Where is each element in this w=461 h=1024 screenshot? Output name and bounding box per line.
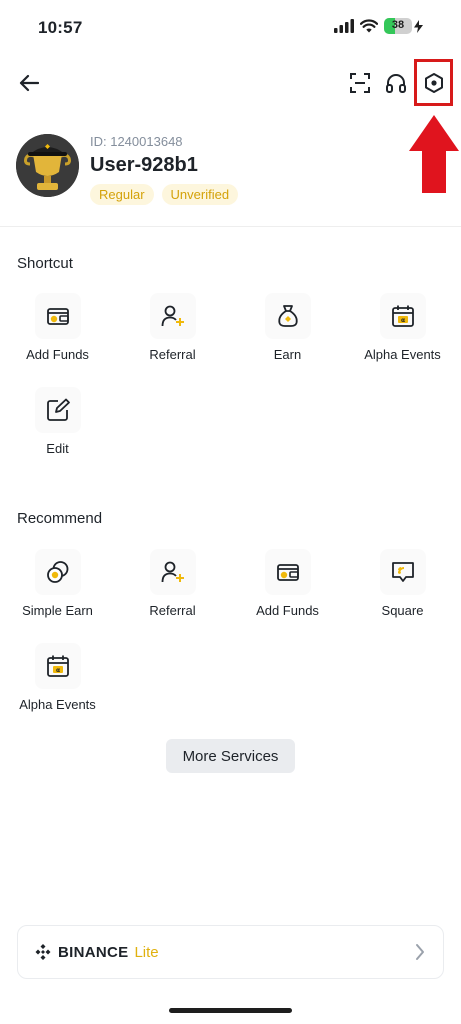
shortcut-label: Referral — [149, 347, 196, 362]
shortcut-item-edit[interactable]: Edit — [0, 387, 115, 456]
recommend-label: Add Funds — [256, 603, 319, 618]
lite-brand: BINANCE — [58, 943, 129, 961]
calendar-icon: α — [391, 305, 414, 327]
recommend-item-square[interactable]: Square — [345, 549, 460, 618]
wallet-icon — [46, 308, 69, 325]
home-indicator[interactable] — [169, 1008, 292, 1013]
arrow-left-icon — [19, 74, 39, 92]
recommend-item-add-funds[interactable]: Add Funds — [230, 549, 345, 618]
money-bag-icon — [277, 305, 298, 327]
signal-icon — [334, 19, 354, 33]
chevron-right-icon — [416, 944, 424, 960]
back-button[interactable] — [14, 68, 44, 98]
shortcut-item-referral[interactable]: Referral — [115, 293, 230, 362]
divider — [0, 226, 461, 227]
recommend-item-alpha-events[interactable]: α Alpha Events — [0, 643, 115, 712]
wifi-icon — [360, 19, 378, 33]
settings-highlight-box — [414, 59, 453, 106]
support-button[interactable] — [381, 68, 411, 98]
recommend-label: Referral — [149, 603, 196, 618]
battery-indicator: 38 — [384, 18, 423, 34]
shortcut-label: Earn — [273, 347, 302, 362]
scan-button[interactable] — [345, 68, 375, 98]
svg-text:α: α — [400, 317, 404, 324]
badge-unverified[interactable]: Unverified — [161, 184, 239, 205]
binance-logo-icon — [35, 944, 51, 960]
svg-text:α: α — [55, 667, 59, 674]
shortcut-title: Shortcut — [17, 255, 73, 272]
calendar-icon: α — [46, 655, 69, 677]
status-bar: 10:57 38 — [0, 0, 461, 52]
shortcut-label: Edit — [46, 441, 69, 456]
status-icons: 38 — [334, 18, 423, 34]
more-services-button[interactable]: More Services — [166, 739, 295, 773]
battery-percent: 38 — [391, 19, 405, 31]
recommend-label: Simple Earn — [22, 603, 93, 618]
edit-icon — [46, 398, 70, 421]
profile-section[interactable]: ID: 1240013648 User-928b1 Regular Unveri… — [16, 132, 446, 212]
binance-lite-card[interactable]: BINANCE Lite — [17, 925, 444, 979]
recommend-title: Recommend — [17, 510, 103, 527]
recommend-item-simple-earn[interactable]: Simple Earn — [0, 549, 115, 618]
scan-icon — [350, 73, 370, 93]
recommend-label: Alpha Events — [19, 697, 96, 712]
user-plus-icon — [161, 561, 184, 583]
recommend-item-referral[interactable]: Referral — [115, 549, 230, 618]
avatar-trophy-icon — [16, 134, 79, 197]
lite-mode: Lite — [134, 943, 159, 961]
recommend-label: Square — [381, 603, 424, 618]
charging-bolt-icon — [414, 19, 423, 33]
user-plus-icon — [161, 305, 184, 327]
shortcut-item-add-funds[interactable]: Add Funds — [0, 293, 115, 362]
shortcut-label: Alpha Events — [364, 347, 441, 362]
badge-regular[interactable]: Regular — [90, 184, 154, 205]
profile-badges: Regular Unverified — [90, 184, 239, 205]
headset-icon — [386, 74, 406, 93]
avatar[interactable] — [16, 134, 79, 197]
status-time: 10:57 — [38, 18, 83, 37]
top-nav — [0, 60, 461, 106]
chat-square-icon — [391, 562, 414, 582]
shortcut-label: Add Funds — [26, 347, 89, 362]
username: User-928b1 — [90, 154, 198, 176]
coins-icon — [46, 561, 68, 583]
wallet-icon — [276, 564, 299, 581]
shortcut-item-alpha-events[interactable]: α Alpha Events — [345, 293, 460, 362]
shortcut-item-earn[interactable]: Earn — [230, 293, 345, 362]
user-id[interactable]: ID: 1240013648 — [90, 134, 183, 149]
